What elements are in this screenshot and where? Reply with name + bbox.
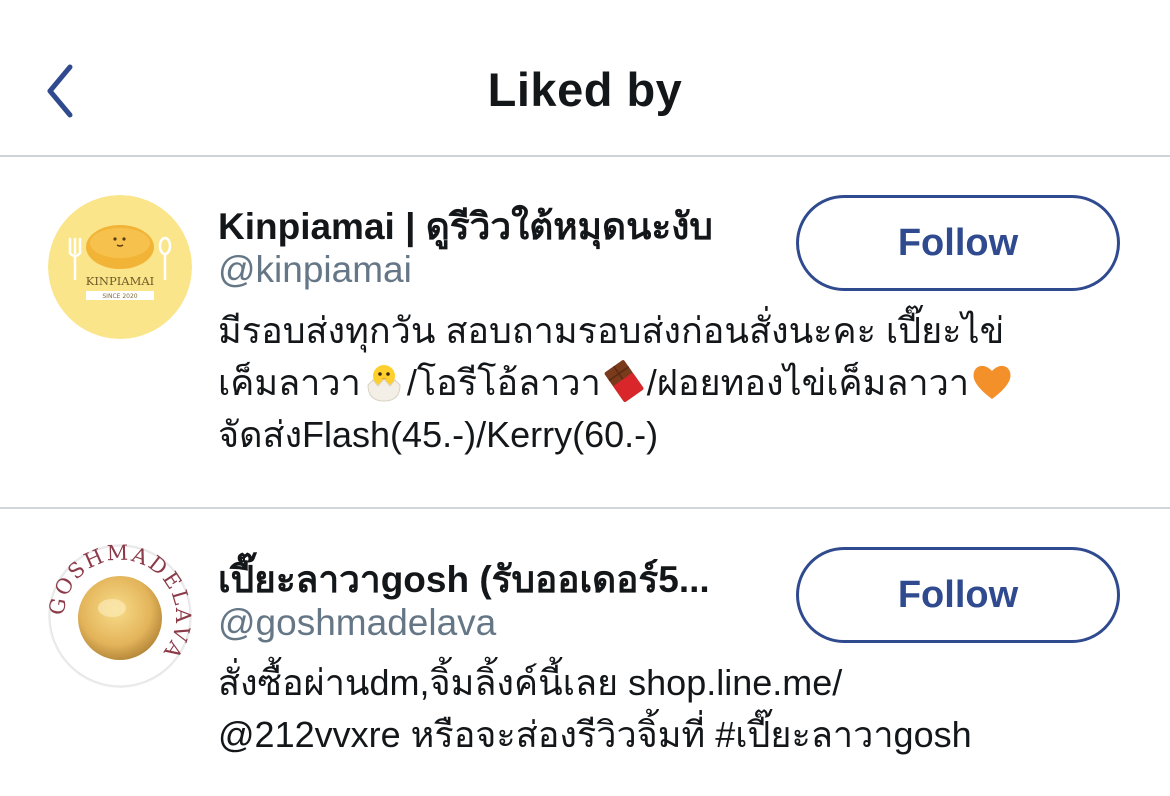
bio-line: จัดส่งFlash(45.-)/Kerry(60.-) xyxy=(218,414,659,455)
user-list-item[interactable]: KINPIAMAI SINCE 2020 Kinpiamai | ดูรีวิว… xyxy=(0,157,1170,509)
user-list-item[interactable]: GOSHMADELAVA เปี๊ยะลาวาgosh (รับออเดอร์5… xyxy=(0,509,1170,796)
user-handle[interactable]: @kinpiamai xyxy=(218,249,412,291)
bio-line: สั่งซื้อผ่านdm,จิ้มลิ้งค์นี้เลย shop.lin… xyxy=(218,662,843,703)
hatching-chick-icon xyxy=(367,365,401,402)
svg-text:SINCE 2020: SINCE 2020 xyxy=(102,293,137,300)
follow-button[interactable]: Follow xyxy=(796,195,1120,291)
user-display-name[interactable]: Kinpiamai | ดูรีวิวใต้หมุดนะงับ xyxy=(218,197,778,256)
bio-line: @212vvxre หรือจะส่องรีวิวจิ้มที่ #เปี๊ยะ… xyxy=(218,714,972,755)
bio-line: เค็มลาวา /โอรีโอ้ลาวา /ฝอยทองไข่เค็มลาวา xyxy=(218,357,1138,409)
page-title: Liked by xyxy=(487,63,683,116)
user-handle[interactable]: @goshmadelava xyxy=(218,602,496,644)
nav-header: Liked by xyxy=(0,0,1170,157)
user-display-name[interactable]: เปี๊ยะลาวาgosh (รับออเดอร์5... xyxy=(218,550,778,609)
follow-button[interactable]: Follow xyxy=(796,547,1120,643)
chocolate-bar-icon xyxy=(604,360,644,403)
avatar-brand-text: KINPIAMAI xyxy=(86,274,154,288)
avatar[interactable]: GOSHMADELAVA xyxy=(48,544,192,688)
avatar[interactable]: KINPIAMAI SINCE 2020 xyxy=(48,195,192,339)
user-bio: สั่งซื้อผ่านdm,จิ้มลิ้งค์นี้เลย shop.lin… xyxy=(218,657,1138,761)
user-bio: มีรอบส่งทุกวัน สอบถามรอบส่งก่อนสั่งนะคะ … xyxy=(218,305,1138,461)
orange-heart-icon xyxy=(973,366,1011,400)
bio-line: มีรอบส่งทุกวัน สอบถามรอบส่งก่อนสั่งนะคะ … xyxy=(218,310,1005,351)
